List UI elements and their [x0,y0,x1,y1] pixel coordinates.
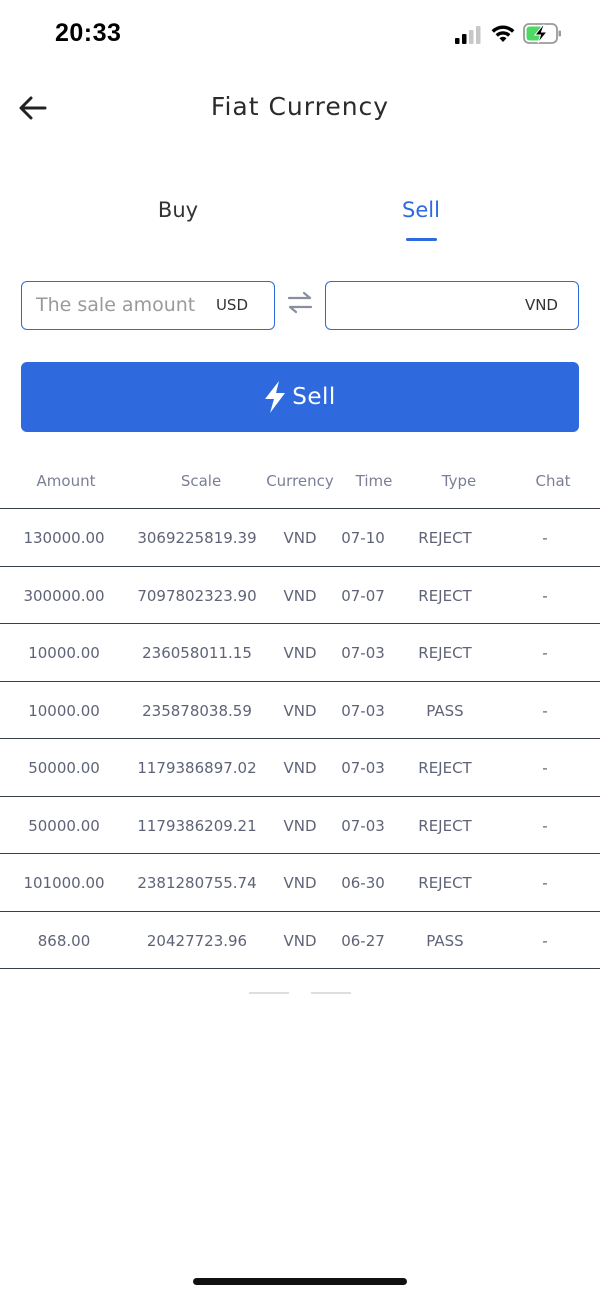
column-header-chat: Chat [535,472,571,490]
cell-amount: 50000.00 [28,759,100,777]
cell-currency: VND [283,586,317,605]
tab-buy[interactable]: Buy [118,198,238,222]
column-header-time: Time [355,472,393,490]
cell-type: PASS [426,701,464,720]
page-title: Fiat Currency [210,92,390,121]
cell-amount: 300000.00 [23,586,105,605]
cell-time: 06-27 [341,931,385,950]
cell-type: REJECT [418,586,472,605]
swap-arrows-icon[interactable] [287,291,313,315]
column-header-amount: Amount [36,472,96,490]
cell-currency: VND [283,529,317,547]
tab-sell[interactable]: Sell [361,198,481,222]
cell-amount: 50000.00 [28,816,100,835]
cell-time: 07-03 [341,816,385,835]
cell-chat[interactable]: - [505,529,585,547]
cell-time: 07-10 [341,529,385,547]
cell-scale: 235878038.59 [142,701,252,720]
cellular-signal-icon [455,26,481,44]
status-time: 20:33 [55,19,122,47]
sell-button-label: Sell [292,384,336,410]
cell-type: PASS [426,931,464,950]
table-header: Amount Scale Currency Time Type Chat [0,452,600,509]
lightning-bolt-icon [265,381,286,413]
nav-bar: Fiat Currency [0,80,600,136]
table-row[interactable]: 50000.00 1179386897.02 VND 07-03 REJECT … [0,739,600,797]
cell-currency: VND [283,644,317,662]
cell-scale: 236058011.15 [142,644,252,662]
cell-currency: VND [283,816,317,835]
cell-scale: 7097802323.90 [137,586,257,605]
cell-chat[interactable]: - [505,644,585,662]
cell-chat[interactable]: - [505,874,585,892]
wifi-icon [491,25,515,42]
cell-time: 07-03 [341,701,385,720]
cell-scale: 20427723.96 [146,931,248,950]
cell-scale: 2381280755.74 [137,874,257,892]
pager-dash[interactable] [311,992,351,994]
column-header-scale: Scale [180,472,222,490]
cell-time: 07-07 [341,586,385,605]
cell-time: 07-03 [341,759,385,777]
cell-currency: VND [283,931,317,950]
sell-button[interactable]: Sell [21,362,579,432]
pager-dash[interactable] [249,992,289,994]
active-tab-indicator [406,238,437,241]
battery-charging-icon [523,23,561,44]
cell-scale: 1179386209.21 [137,816,257,835]
cell-time: 07-03 [341,644,385,662]
cell-scale: 3069225819.39 [137,529,257,547]
status-bar: 20:33 [0,0,600,70]
cell-type: REJECT [418,644,472,662]
cell-amount: 10000.00 [28,644,100,662]
table-row[interactable]: 10000.00 235878038.59 VND 07-03 PASS - [0,682,600,739]
table-row[interactable]: 50000.00 1179386209.21 VND 07-03 REJECT … [0,797,600,854]
table-row[interactable]: 300000.00 7097802323.90 VND 07-07 REJECT… [0,567,600,624]
cell-type: REJECT [418,759,472,777]
cell-scale: 1179386897.02 [137,759,257,777]
cell-amount: 10000.00 [28,701,100,720]
table-row[interactable]: 101000.00 2381280755.74 VND 06-30 REJECT… [0,854,600,912]
tab-bar: Buy Sell [0,190,600,250]
cell-currency: VND [283,701,317,720]
cell-type: REJECT [418,529,472,547]
table-row[interactable]: 868.00 20427723.96 VND 06-27 PASS - [0,912,600,969]
table-row[interactable]: 130000.00 3069225819.39 VND 07-10 REJECT… [0,509,600,567]
cell-amount: 868.00 [37,931,91,950]
receive-amount-field[interactable]: VND [325,281,579,330]
to-currency-label: VND [524,296,558,314]
cell-chat[interactable]: - [505,702,585,720]
from-currency-label: USD [215,296,248,314]
cell-type: REJECT [418,874,472,892]
column-header-type: Type [441,472,477,490]
cell-amount: 130000.00 [23,529,105,547]
exchange-inputs: USD VND [0,281,600,331]
order-history-table: Amount Scale Currency Time Type Chat 130… [0,452,600,969]
home-indicator[interactable] [193,1278,407,1285]
cell-chat[interactable]: - [505,587,585,605]
column-header-currency: Currency [266,472,334,490]
cell-currency: VND [283,874,317,892]
sale-amount-input[interactable] [36,282,216,328]
cell-chat[interactable]: - [505,759,585,777]
cell-amount: 101000.00 [23,874,105,892]
cell-type: REJECT [418,816,472,835]
sale-amount-field: USD [21,281,275,330]
pagination-indicator [249,992,351,996]
cell-time: 06-30 [341,874,385,892]
cell-chat[interactable]: - [505,932,585,950]
table-row[interactable]: 10000.00 236058011.15 VND 07-03 REJECT - [0,624,600,682]
cell-chat[interactable]: - [505,817,585,835]
cell-currency: VND [283,759,317,777]
